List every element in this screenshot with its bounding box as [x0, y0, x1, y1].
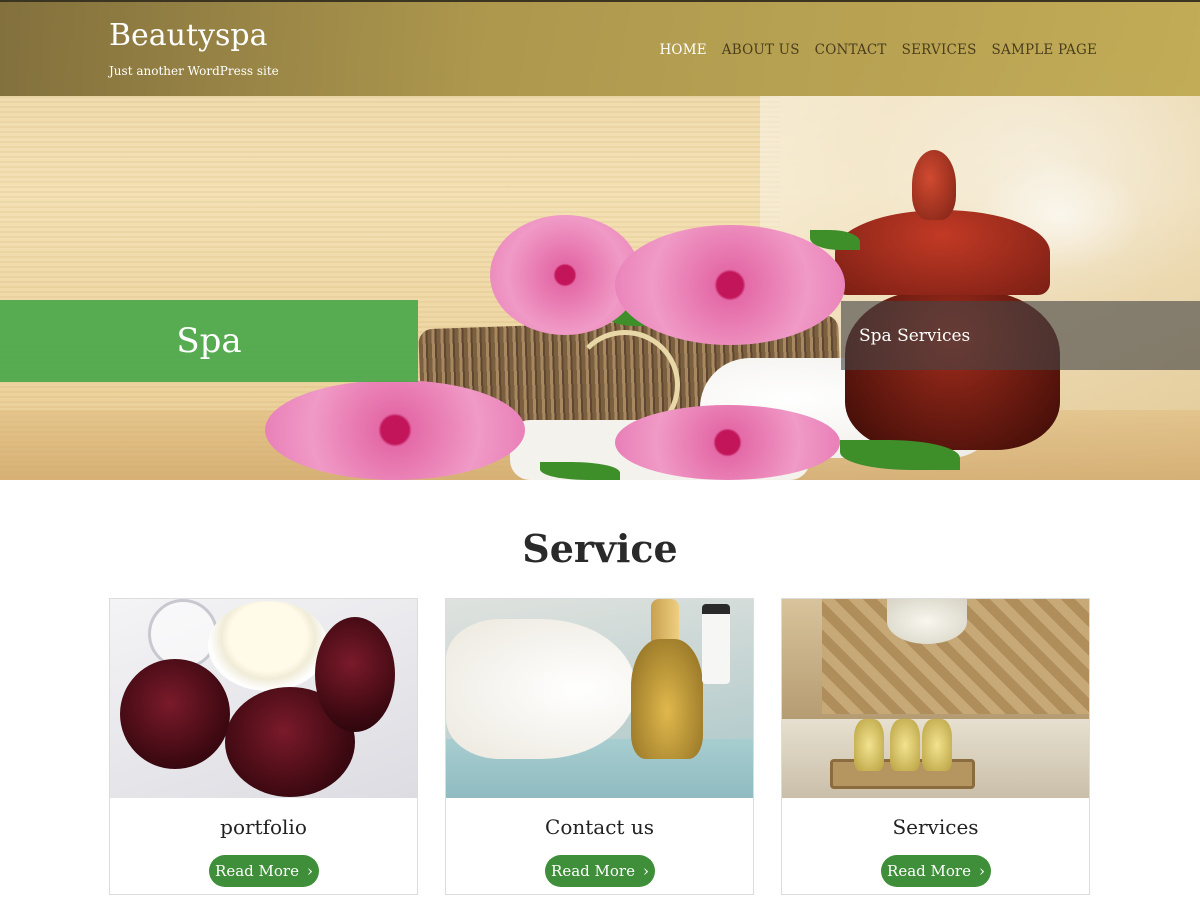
read-more-button[interactable]: Read More ›: [545, 855, 655, 887]
oil-bottle-image: [890, 719, 920, 771]
main-navigation: HOME ABOUT US CONTACT SERVICES SAMPLE PA…: [659, 42, 1097, 58]
nav-item-services[interactable]: SERVICES: [902, 42, 977, 58]
hero-spa-label[interactable]: Spa: [0, 300, 418, 382]
card-title: Services: [892, 815, 979, 839]
towels-oil-image: [446, 599, 753, 798]
read-more-button[interactable]: Read More ›: [209, 855, 319, 887]
card-title: portfolio: [220, 815, 307, 839]
card-image[interactable]: [782, 599, 1089, 798]
oil-bottle-image: [922, 719, 952, 771]
site-header: Beautyspa Just another WordPress site HO…: [0, 0, 1200, 96]
lacquer-jar-knob-image: [912, 150, 956, 220]
cream-roses-image: [110, 599, 417, 798]
site-tagline: Just another WordPress site: [109, 64, 279, 78]
read-more-label: Read More: [215, 862, 299, 880]
essential-oil-vial-image: [702, 604, 730, 684]
hibiscus-flower-image: [615, 405, 840, 480]
hibiscus-flower-image: [265, 380, 525, 480]
nav-item-home[interactable]: HOME: [659, 42, 706, 58]
hero-spa-services-label[interactable]: Spa Services: [841, 301, 1200, 370]
read-more-button[interactable]: Read More ›: [881, 855, 991, 887]
service-card-services: Services Read More ›: [781, 598, 1090, 895]
chevron-right-icon: ›: [306, 862, 313, 880]
cream-jar-image: [208, 601, 328, 691]
chevron-right-icon: ›: [642, 862, 649, 880]
card-image[interactable]: [110, 599, 417, 798]
spa-room-image: [782, 599, 1089, 798]
nav-item-contact[interactable]: CONTACT: [815, 42, 887, 58]
nav-item-about-us[interactable]: ABOUT US: [722, 42, 800, 58]
hibiscus-flower-image: [615, 225, 845, 345]
site-title[interactable]: Beautyspa: [109, 18, 268, 53]
oil-bottle-image: [631, 639, 703, 759]
mirror-image: [887, 599, 967, 644]
card-image[interactable]: [446, 599, 753, 798]
card-title: Contact us: [545, 815, 654, 839]
oil-bottle-image: [854, 719, 884, 771]
rolled-towel-image: [446, 619, 636, 759]
jar-lid-image: [148, 599, 218, 669]
nav-item-sample-page[interactable]: SAMPLE PAGE: [992, 42, 1097, 58]
service-card-contact-us: Contact us Read More ›: [445, 598, 754, 895]
read-more-label: Read More: [551, 862, 635, 880]
read-more-label: Read More: [887, 862, 971, 880]
service-section-title: Service: [522, 526, 678, 571]
rose-image: [315, 617, 395, 732]
chevron-right-icon: ›: [978, 862, 985, 880]
service-card-portfolio: portfolio Read More ›: [109, 598, 418, 895]
lacquer-jar-lid-image: [835, 210, 1050, 295]
rose-image: [120, 659, 230, 769]
